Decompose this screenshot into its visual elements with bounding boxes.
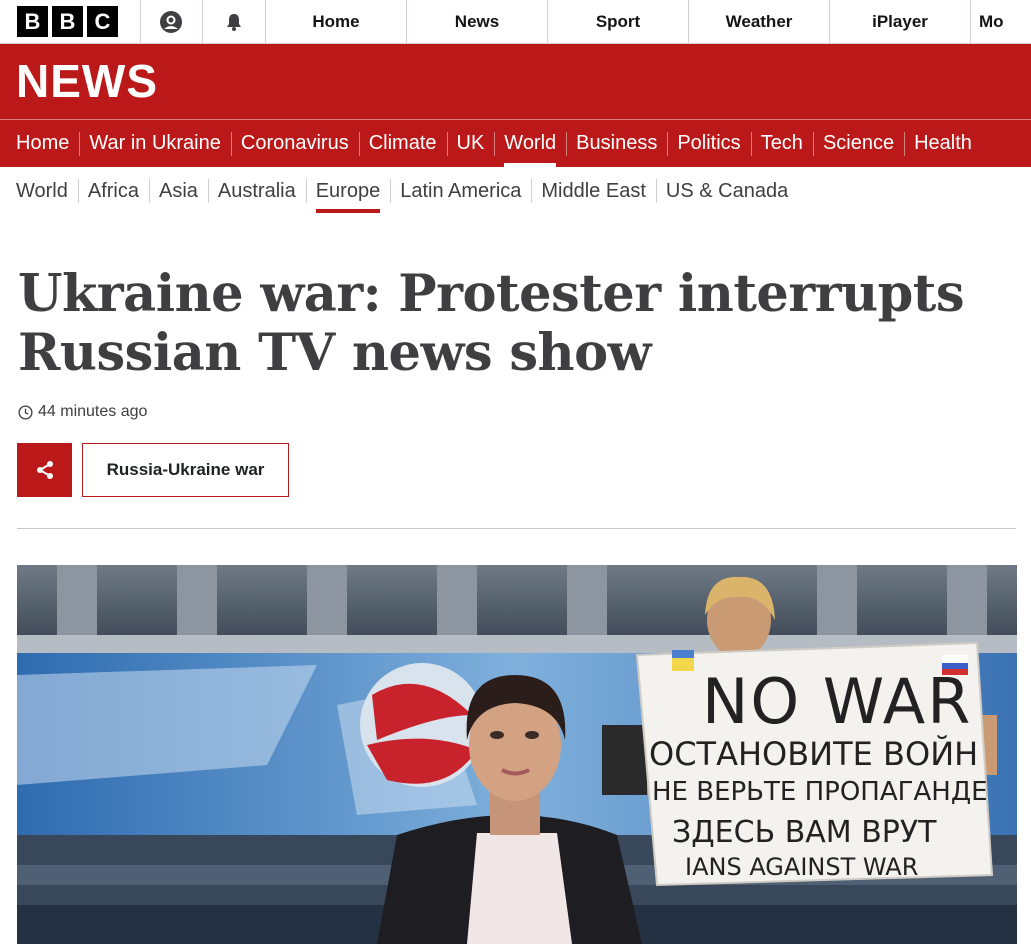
account-button[interactable]: [141, 0, 204, 43]
primary-nav-politics[interactable]: Politics: [667, 120, 750, 167]
bbc-logo[interactable]: B B C: [0, 0, 141, 43]
content-divider: [17, 528, 1016, 529]
primary-nav-business[interactable]: Business: [566, 120, 667, 167]
top-nav-weather[interactable]: Weather: [689, 0, 831, 43]
logo-letter-b2: B: [52, 6, 83, 37]
timestamp-text: 44 minutes ago: [38, 403, 148, 420]
notifications-icon: [227, 13, 242, 31]
secondary-nav-europe[interactable]: Europe: [305, 167, 391, 215]
primary-nav-uk[interactable]: UK: [446, 120, 495, 167]
secondary-nav: World Africa Asia Australia Europe Latin…: [0, 167, 1031, 215]
primary-nav-home[interactable]: Home: [6, 120, 79, 167]
notifications-button[interactable]: [203, 0, 267, 43]
logo-letter-b1: B: [17, 6, 48, 37]
sign-line-3: НЕ ВЕРЬТЕ ПРОПАГАНДЕ: [652, 777, 988, 807]
secondary-nav-africa[interactable]: Africa: [77, 167, 149, 215]
secondary-nav-asia[interactable]: Asia: [149, 167, 208, 215]
top-nav-sport[interactable]: Sport: [548, 0, 690, 43]
secondary-nav-world[interactable]: World: [6, 167, 78, 215]
primary-nav-coronavirus[interactable]: Coronavirus: [230, 120, 359, 167]
account-icon: [160, 10, 183, 33]
share-icon: [36, 461, 53, 479]
news-banner: NEWS: [0, 44, 1031, 120]
primary-nav-science[interactable]: Science: [812, 120, 904, 167]
secondary-nav-middle-east[interactable]: Middle East: [531, 167, 656, 215]
sign-line-5: IANS AGAINST WAR: [685, 853, 918, 881]
topic-tag-button[interactable]: Russia-Ukraine war: [82, 443, 289, 497]
secondary-nav-us-canada[interactable]: US & Canada: [655, 167, 798, 215]
article-timestamp: 44 minutes ago: [18, 403, 147, 421]
news-logo[interactable]: NEWS: [16, 58, 158, 104]
top-nav: Home News Sport Weather iPlayer Mo: [266, 0, 1031, 43]
top-bar: B B C Home News Sport Weather iPlayer Mo: [0, 0, 1031, 44]
primary-nav-war-in-ukraine[interactable]: War in Ukraine: [79, 120, 231, 167]
article-photo: NO WAR ОСТАНОВИТЕ ВОЙН НЕ ВЕРЬТЕ ПРОПАГА…: [17, 565, 1017, 944]
article-headline: Ukraine war: Protester interrupts Russia…: [18, 264, 965, 383]
sign-line-4: ЗДЕСЬ ВАМ ВРУТ: [672, 815, 937, 850]
primary-nav-climate[interactable]: Climate: [358, 120, 447, 167]
primary-nav-world[interactable]: World: [494, 120, 566, 167]
share-button[interactable]: [17, 443, 72, 497]
secondary-nav-australia[interactable]: Australia: [207, 167, 306, 215]
top-nav-home[interactable]: Home: [266, 0, 408, 43]
sign-line-2: ОСТАНОВИТЕ ВОЙН: [649, 735, 978, 773]
clock-icon: [18, 404, 33, 420]
primary-nav-health[interactable]: Health: [904, 120, 982, 167]
top-nav-more[interactable]: Mo: [971, 0, 1031, 43]
top-nav-iplayer[interactable]: iPlayer: [830, 0, 972, 43]
secondary-nav-latin-america[interactable]: Latin America: [390, 167, 531, 215]
top-nav-news[interactable]: News: [407, 0, 549, 43]
sign-line-1: NO WAR: [702, 665, 972, 738]
logo-letter-c: C: [87, 6, 118, 37]
primary-nav: Home War in Ukraine Coronavirus Climate …: [0, 120, 1031, 167]
primary-nav-tech[interactable]: Tech: [750, 120, 813, 167]
